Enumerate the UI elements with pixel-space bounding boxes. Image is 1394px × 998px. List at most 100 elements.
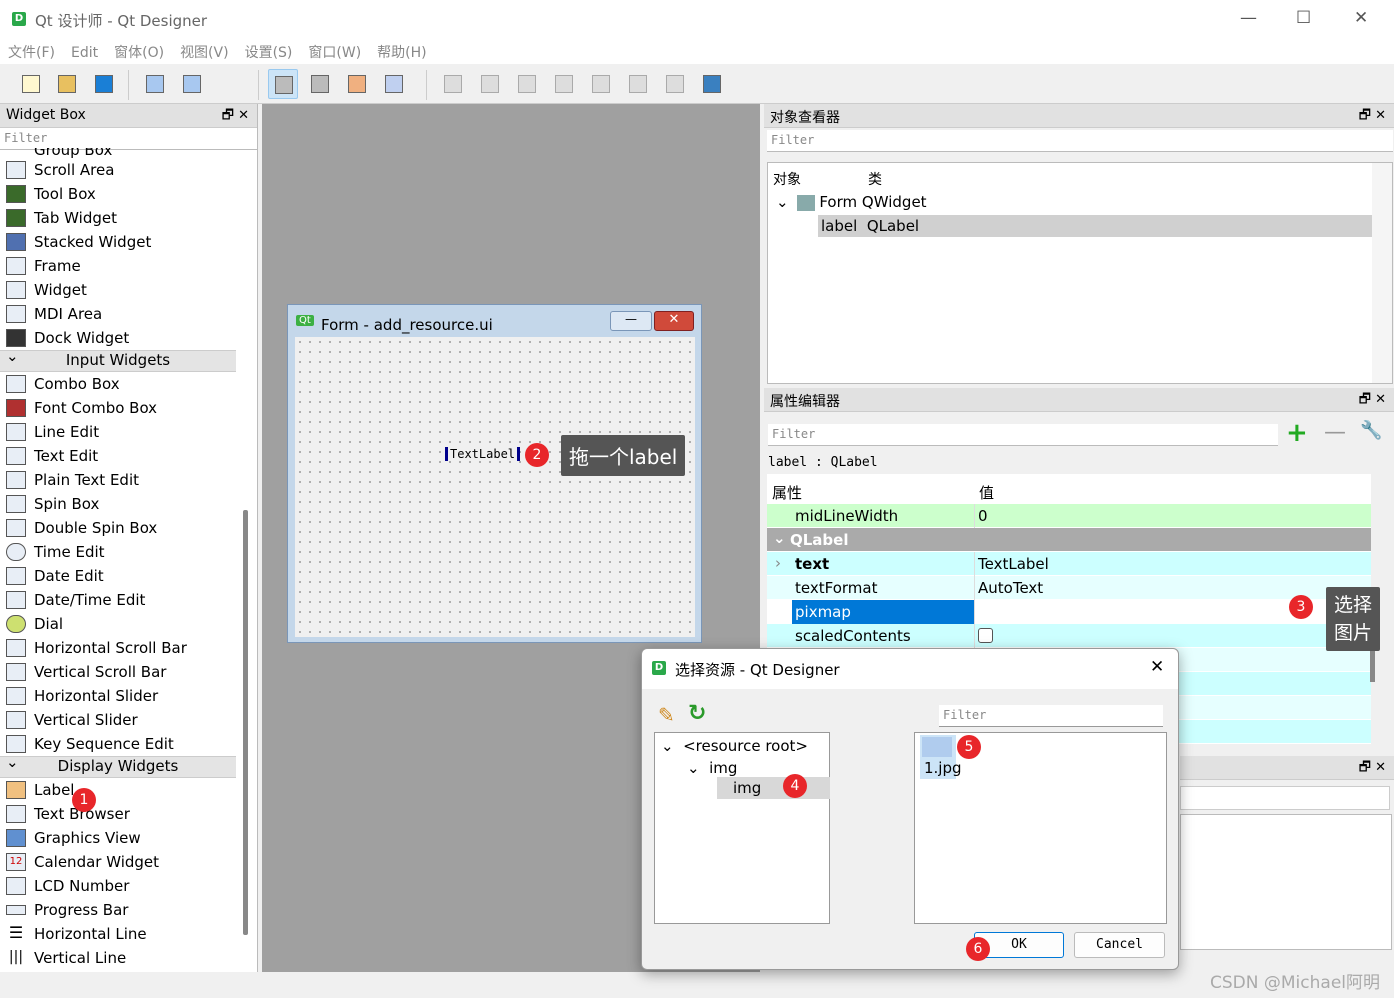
widget-item[interactable]: Key Sequence Edit: [0, 732, 236, 756]
widget-item[interactable]: Graphics View: [0, 826, 236, 850]
widget-item[interactable]: Combo Box: [0, 372, 236, 396]
configure-wrench-icon[interactable]: 🔧: [1360, 420, 1382, 441]
form-window[interactable]: Qt Form - add_resource.ui — ✕ TextLabel …: [287, 304, 702, 643]
tree-row-label[interactable]: label QLabel: [818, 215, 1372, 237]
file-item-1jpg[interactable]: 1.jpg: [920, 735, 962, 779]
widget-item[interactable]: Widget: [0, 278, 236, 302]
menu-file[interactable]: 文件(F): [0, 38, 63, 66]
scaled-contents-checkbox[interactable]: [978, 628, 993, 643]
adjust-size-icon[interactable]: [697, 69, 727, 99]
annotation-tip-2: 拖一个label: [561, 435, 686, 476]
widget-item[interactable]: Stacked Widget: [0, 230, 236, 254]
float-close-icons[interactable]: 🗗 ✕: [1359, 758, 1386, 780]
layout-vertical-splitter-icon[interactable]: [549, 69, 579, 99]
dialog-filter-input[interactable]: Filter: [939, 705, 1163, 727]
widget-filter-input[interactable]: Filter: [0, 128, 257, 150]
menu-edit[interactable]: Edit: [63, 41, 106, 65]
form-minimize-button[interactable]: —: [610, 311, 652, 331]
new-file-icon[interactable]: [16, 69, 46, 99]
widget-item[interactable]: MDI Area: [0, 302, 236, 326]
edit-resources-pencil-icon[interactable]: ✎: [658, 703, 675, 727]
property-row[interactable]: › text TextLabel: [767, 552, 1371, 576]
edit-widgets-icon[interactable]: [268, 69, 298, 99]
text-label-widget[interactable]: TextLabel: [445, 447, 521, 461]
tree-node-root[interactable]: ⌄ <resource root>: [661, 737, 808, 755]
tree-node-img[interactable]: ⌄ img: [687, 759, 737, 777]
maximize-button[interactable]: ☐: [1296, 8, 1311, 28]
widget-item[interactable]: Time Edit: [0, 540, 236, 564]
widget-item[interactable]: ||| Vertical Line: [0, 946, 236, 970]
edit-buddies-icon[interactable]: [342, 69, 372, 99]
widget-item[interactable]: Double Spin Box: [0, 516, 236, 540]
object-tree-scrollbar[interactable]: [1372, 163, 1392, 383]
widget-item[interactable]: Dial: [0, 612, 236, 636]
category-input-widgets[interactable]: Input Widgets: [0, 347, 236, 372]
open-folder-icon[interactable]: [52, 69, 82, 99]
save-icon[interactable]: [89, 69, 119, 99]
widget-item[interactable]: Text Browser: [0, 802, 236, 826]
widget-item[interactable]: Spin Box: [0, 492, 236, 516]
property-filter-input[interactable]: Filter: [768, 424, 1278, 446]
menu-view[interactable]: 视图(V): [172, 38, 237, 66]
widget-item[interactable]: Horizontal Scroll Bar: [0, 636, 236, 660]
float-close-icons[interactable]: 🗗 ✕: [1359, 106, 1386, 128]
property-group-qlabel[interactable]: ⌄ QLabel: [767, 528, 1371, 552]
widget-item[interactable]: Tool Box: [0, 182, 236, 206]
tree-node-img-selected[interactable]: img: [717, 777, 830, 799]
widget-item[interactable]: Font Combo Box: [0, 396, 236, 420]
layout-vertical-icon[interactable]: [475, 69, 505, 99]
break-layout-icon[interactable]: [660, 69, 690, 99]
widget-item[interactable]: Progress Bar: [0, 898, 236, 922]
menu-window[interactable]: 窗口(W): [300, 38, 369, 66]
minimize-button[interactable]: —: [1240, 8, 1257, 28]
widget-item[interactable]: Line Edit: [0, 420, 236, 444]
menu-settings[interactable]: 设置(S): [237, 38, 301, 66]
widget-item[interactable]: Tab Widget: [0, 206, 236, 230]
menu-help[interactable]: 帮助(H): [369, 38, 434, 66]
property-row[interactable]: scaledContents: [767, 624, 1371, 648]
send-to-back-icon[interactable]: [140, 69, 170, 99]
widget-item[interactable]: Date/Time Edit: [0, 588, 236, 612]
widget-item[interactable]: LCD Number: [0, 874, 236, 898]
widget-item-label[interactable]: Label: [0, 778, 236, 802]
resource-tree: ⌄ <resource root> ⌄ img img 4: [654, 732, 830, 924]
property-row-pixmap[interactable]: pixmap: [767, 600, 1371, 624]
form-close-button[interactable]: ✕: [654, 311, 694, 331]
tree-row-form[interactable]: ⌄ Form QWidget: [776, 193, 927, 211]
widget-item[interactable]: Date Edit: [0, 564, 236, 588]
reload-icon[interactable]: ↻: [688, 701, 706, 726]
widget-item[interactable]: Scroll Area: [0, 158, 236, 182]
widget-item[interactable]: Frame: [0, 254, 236, 278]
widget-box-scrollbar[interactable]: [243, 510, 248, 935]
edit-signals-slots-icon[interactable]: [305, 69, 335, 99]
edit-tab-order-icon[interactable]: [379, 69, 409, 99]
widget-item[interactable]: Dock Widget: [0, 326, 236, 350]
layout-form-icon[interactable]: [623, 69, 653, 99]
widget-box-title: Widget Box: [6, 107, 86, 123]
layout-horizontal-icon[interactable]: [438, 69, 468, 99]
property-row[interactable]: midLineWidth 0: [767, 504, 1371, 528]
category-display-widgets[interactable]: Display Widgets: [0, 753, 236, 778]
layout-grid-icon[interactable]: [586, 69, 616, 99]
cancel-button[interactable]: Cancel: [1074, 932, 1165, 958]
float-close-icons[interactable]: 🗗 ✕: [222, 106, 249, 128]
dialog-close-button[interactable]: ✕: [1150, 657, 1164, 677]
layout-horizontal-splitter-icon[interactable]: [512, 69, 542, 99]
close-button[interactable]: ✕: [1354, 8, 1368, 28]
object-filter-input[interactable]: Filter: [767, 130, 1393, 152]
menu-form[interactable]: 窗体(O): [106, 38, 172, 66]
bring-to-front-icon[interactable]: [177, 69, 207, 99]
widget-item[interactable]: Text Edit: [0, 444, 236, 468]
widget-item[interactable]: Vertical Scroll Bar: [0, 660, 236, 684]
add-property-icon[interactable]: +: [1286, 418, 1308, 448]
property-name: text: [795, 555, 830, 573]
widget-item[interactable]: Plain Text Edit: [0, 468, 236, 492]
property-row[interactable]: textFormat AutoText: [767, 576, 1371, 600]
widget-item[interactable]: Horizontal Slider: [0, 684, 236, 708]
widget-item[interactable]: ☰ Horizontal Line: [0, 922, 236, 946]
remove-property-icon[interactable]: —: [1324, 420, 1346, 445]
widget-item[interactable]: 12 Calendar Widget: [0, 850, 236, 874]
float-close-icons[interactable]: 🗗 ✕: [1359, 390, 1386, 412]
resource-filter-input[interactable]: [1180, 786, 1390, 810]
widget-item[interactable]: Vertical Slider: [0, 708, 236, 732]
